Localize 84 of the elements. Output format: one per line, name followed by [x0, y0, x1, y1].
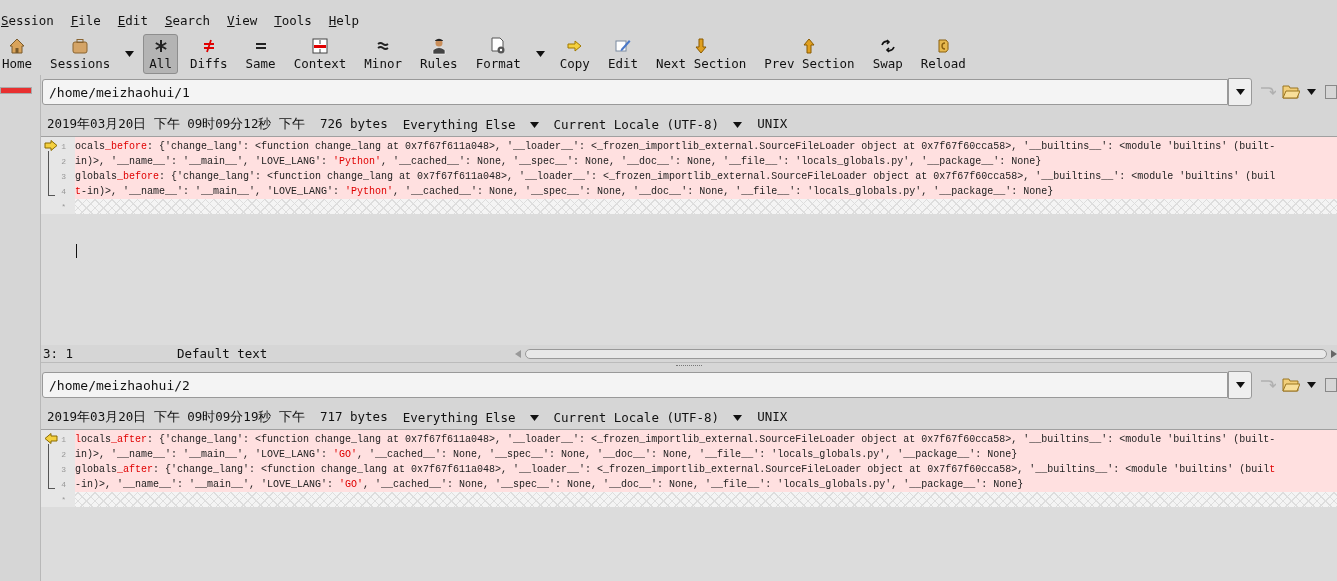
- scroll-right-icon[interactable]: [1331, 349, 1337, 358]
- briefcase-icon: [71, 37, 90, 55]
- partial-icon: [1325, 85, 1337, 99]
- menu-item[interactable]: File: [70, 13, 101, 33]
- menu-item[interactable]: View: [227, 13, 258, 33]
- toolbar-button[interactable]: All: [143, 34, 178, 74]
- menu-item[interactable]: Session: [1, 13, 54, 33]
- code-line: globals_after: {'change_lang': <function change_lang at 0x7f67f611a048>, '__loader__': <_frozen_importlib_external.SourceFileLoader object at 0x7f67f60cca58>, '__builtins__': <module 'builtins' (built: [75, 463, 1277, 477]
- code-line: -in)>, '__name__': '__main__', 'LOVE_LANG': 'GO', '__cached__': None, '__spec__': None, '__doc__': None, '__file__': 'locals_globals.py', '__package__': None}: [75, 478, 1025, 492]
- code-line: globals_before: {'change_lang': <function change_lang at 0x7f67f611a048>, '__loader__': <_frozen_importlib_external.SourceFileLoader object at 0x7f67f60cca58>, '__builtins__': <module 'builtins' (buil: [75, 170, 1277, 184]
- code-line: t-in)>, '__name__': '__main__', 'LOVE_LANG': 'Python', '__cached__': None, '__spec__': None, '__doc__': None, '__file__': 'locals_globals.py', '__package__': None}: [75, 185, 1055, 199]
- format-dropdown[interactable]: Everything Else: [402, 116, 539, 133]
- horizontal-scrollbar[interactable]: [515, 348, 1337, 359]
- caret-icon: [125, 51, 135, 57]
- toolbar-button[interactable]: Swap: [866, 34, 909, 74]
- code-line: locals_after: {'change_lang': <function change_lang at 0x7f67f611a048>, '__loader__': <_frozen_importlib_external.SourceFileLoader object at 0x7f67f60cca58>, '__builtins__': <module 'builtins' (built-: [75, 433, 1277, 447]
- line-ending-text: UNIX: [757, 116, 788, 133]
- dropdown-button[interactable]: [1228, 371, 1253, 399]
- caret-icon: [1307, 89, 1317, 95]
- swap-icon: [878, 37, 897, 55]
- toolbar-button[interactable]: Same: [239, 34, 282, 74]
- caret-icon: [535, 51, 545, 57]
- dropdown-button[interactable]: [1228, 78, 1253, 106]
- menu-item[interactable]: Tools: [274, 13, 312, 33]
- toolbar-button[interactable]: Next Section: [650, 34, 753, 74]
- line-number: 3: [60, 464, 67, 476]
- menu-item[interactable]: Help: [328, 13, 359, 33]
- line-number: 3: [60, 171, 67, 183]
- line-number: 4: [60, 479, 67, 491]
- menu-item[interactable]: Edit: [117, 13, 148, 33]
- path-field[interactable]: /home/meizhaohui/1: [42, 79, 1229, 105]
- code-line: in)>, '__name__': '__main__', 'LOVE_LANG': 'GO', '__cached__': None, '__spec__': None, '__doc__': None, '__file__': 'locals_globals.py', '__package__': None}: [75, 448, 1019, 462]
- encoding-dropdown[interactable]: Current Locale (UTF-8): [553, 116, 743, 133]
- line-number: 1: [60, 141, 67, 153]
- toolbar-button[interactable]: Sessions: [44, 34, 117, 74]
- encoding-dropdown[interactable]: Current Locale (UTF-8): [553, 409, 743, 426]
- caret-icon: [529, 121, 539, 128]
- path-field[interactable]: /home/meizhaohui/2: [42, 372, 1229, 398]
- line-number: 4: [60, 186, 67, 198]
- syntax-label: Default text: [177, 346, 268, 361]
- right-arrow-icon: [565, 37, 584, 55]
- file-size-text: 726 bytes: [319, 116, 388, 133]
- splitter-handle[interactable]: [41, 362, 1337, 368]
- context-icon: [311, 37, 329, 55]
- partial-icon: [1325, 378, 1337, 392]
- person-icon: [429, 37, 448, 55]
- timestamp-text: 2019年03月20日 下午 09时09分19秒 下午: [47, 409, 305, 426]
- toolbar-button[interactable]: Diffs: [183, 34, 234, 74]
- caret-icon: [1307, 382, 1317, 388]
- caret-icon: [733, 121, 743, 128]
- cursor-position: 3: 1: [43, 346, 75, 361]
- menu-item[interactable]: Search: [164, 13, 211, 33]
- toolbar-button[interactable]: Home: [0, 34, 39, 74]
- text-editor[interactable]: [41, 137, 1337, 345]
- section-bracket: [48, 151, 55, 196]
- home-icon: [8, 37, 27, 55]
- text-editor[interactable]: [41, 430, 1337, 581]
- line-number: 1: [60, 434, 67, 446]
- code-line: in)>, '__name__': '__main__', 'LOVE_LANG': 'Python', '__cached__': None, '__spec__': None, '__doc__': None, '__file__': 'locals_globals.py', '__package__': None}: [75, 155, 1043, 169]
- toolbar-button[interactable]: Context: [287, 34, 353, 74]
- caret-icon: [529, 414, 539, 421]
- file-size-text: 717 bytes: [319, 409, 388, 426]
- caret-icon: [1235, 382, 1245, 388]
- section-bracket: [48, 444, 55, 489]
- toolbar-button[interactable]: Format: [469, 34, 527, 74]
- toolbar-button[interactable]: Rules: [414, 34, 464, 74]
- caret-icon: [1235, 89, 1245, 95]
- toolbar-button[interactable]: Reload: [914, 34, 972, 74]
- line-number: 2: [60, 156, 67, 168]
- diff-overview-bar: [0, 87, 32, 94]
- toolbar-button[interactable]: Copy: [553, 34, 596, 74]
- text-cursor: [76, 244, 77, 258]
- caret-icon: [733, 414, 743, 421]
- code-line: ocals_before: {'change_lang': <function change_lang at 0x7f67f611a048>, '__loader__': <_frozen_importlib_external.SourceFileLoader object at 0x7f67f60cca58>, '__builtins__': <module 'builtins' (built-: [75, 140, 1277, 154]
- line-ending-text: UNIX: [757, 409, 788, 426]
- toolbar-button[interactable]: Prev Section: [758, 34, 861, 74]
- line-number: *: [41, 492, 75, 507]
- timestamp-text: 2019年03月20日 下午 09时09分12秒 下午: [47, 116, 305, 133]
- toolbar-button[interactable]: Minor: [358, 34, 408, 74]
- format-dropdown[interactable]: Everything Else: [402, 409, 539, 426]
- toolbar-button[interactable]: Edit: [601, 34, 644, 74]
- line-number: *: [41, 199, 75, 214]
- line-number: 2: [60, 449, 67, 461]
- pencil-icon: [613, 37, 632, 55]
